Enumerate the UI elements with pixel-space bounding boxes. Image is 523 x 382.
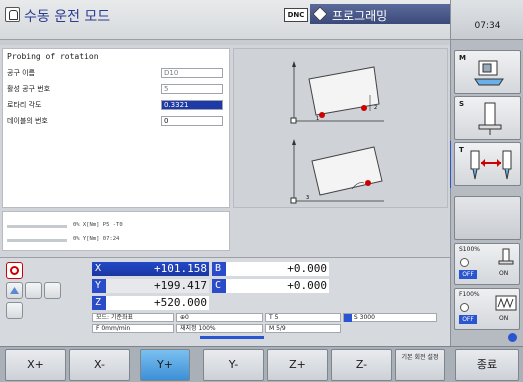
spindle-icon-small: [344, 314, 352, 322]
m-function-info: M 5/9: [265, 324, 341, 333]
expand-arrow-icon[interactable]: [508, 333, 517, 342]
softkey-y-plus[interactable]: Y+: [140, 349, 190, 381]
softkey-x-plus[interactable]: X+: [5, 349, 66, 381]
mode-title: 수동 운전 모드: [24, 9, 111, 25]
feed-on-button[interactable]: ON: [499, 315, 508, 322]
axis-z-value: +520.000: [154, 296, 207, 309]
spindle-override-panel[interactable]: S100% OFF ON: [454, 243, 520, 285]
programming-icon: [312, 6, 328, 22]
load-bar-y: [7, 239, 67, 242]
softkey-t-function[interactable]: T: [454, 142, 521, 186]
table-number-field[interactable]: 0: [161, 116, 223, 126]
spindle-tool-icon: [498, 248, 514, 265]
status-line-1: 0% X[Nm] P5 -T0: [73, 222, 123, 228]
softkey-set-basic-rotation[interactable]: 기본 회전 설정: [395, 349, 445, 381]
spindle-info: S 3000: [343, 313, 437, 322]
softkey-m-label: M: [459, 54, 466, 62]
graphic-label-1: 1: [316, 116, 319, 122]
spindle-off-button[interactable]: OFF: [459, 270, 477, 279]
tool-change-icon: [470, 150, 512, 180]
datum-info: ⊕0: [176, 313, 263, 322]
rotation-probe-diagram: 2 1 3: [290, 61, 384, 204]
axis-y-name: Y: [95, 280, 102, 291]
blank-button-2[interactable]: [44, 282, 61, 299]
axis-b-value: +0.000: [287, 262, 327, 275]
spindle-knob-icon: [460, 258, 469, 267]
active-tool-number-label: 활성 공구 번호: [7, 85, 51, 93]
softkey-s-function[interactable]: S: [454, 96, 521, 140]
feed-info: F 0mm/min: [92, 324, 174, 333]
form-title: Probing of rotation: [7, 52, 99, 61]
header-bar: 수동 운전 모드 DNC 프로그래밍: [0, 0, 450, 40]
softkey-x-minus[interactable]: X-: [69, 349, 130, 381]
feed-knob-icon: [460, 303, 469, 312]
spindle-value: S 3000: [353, 314, 375, 321]
probe-form: Probing of rotation 공구 이름 D10 활성 공구 번호 5…: [2, 48, 230, 208]
softkey-t-label: T: [459, 146, 464, 154]
stop-icon[interactable]: [6, 262, 23, 279]
bottom-softkey-bar: X+ X- Y+ Y- Z+ Z- 기본 회전 설정 종료: [0, 346, 523, 382]
rapid-override-info: 재지정 100%: [176, 324, 263, 333]
tool-name-label: 공구 이름: [7, 69, 35, 77]
spindle-on-button[interactable]: ON: [499, 270, 508, 277]
axis-b-name: B: [215, 263, 222, 274]
m-function-icon: [474, 60, 504, 86]
main-panel: Probing of rotation 공구 이름 D10 활성 공구 번호 5…: [0, 45, 450, 257]
axis-x-row: X +101.158: [92, 262, 209, 276]
softkey-s-label: S: [459, 100, 465, 108]
softkey-end[interactable]: 종료: [455, 349, 519, 381]
axis-c-name: C: [215, 280, 222, 291]
feed-bar: [200, 336, 264, 339]
axis-c-value: +0.000: [287, 279, 327, 292]
rotary-angle-field[interactable]: 0.3321: [161, 100, 223, 110]
active-tool-number-field[interactable]: 5: [161, 84, 223, 94]
load-bar-x: [7, 225, 67, 228]
status-line-2: 0% Y[Nm] 07:24: [73, 236, 120, 242]
axis-x-value: +101.158: [154, 262, 207, 275]
axis-z-row: Z +520.000: [92, 296, 209, 310]
probe-graphics: 2 1 3: [233, 48, 448, 208]
axis-b-row: B +0.000: [212, 262, 329, 276]
rotary-angle-label: 로타리 각도: [7, 101, 42, 109]
axis-y-row: Y +199.417: [92, 279, 209, 293]
dnc-badge: DNC: [284, 8, 308, 22]
softkey-z-minus[interactable]: Z-: [331, 349, 392, 381]
feed-wave-icon: [495, 295, 517, 311]
table-number-label: 데이블의 번호: [7, 117, 48, 125]
position-display: X +101.158 B +0.000 Y +199.417 C +0.000 …: [0, 257, 450, 346]
graphic-label-2: 2: [374, 105, 377, 111]
spindle-override-label: S100%: [459, 246, 480, 253]
tool-info: T 5: [265, 313, 341, 322]
feed-override-panel[interactable]: F100% OFF ON: [454, 288, 520, 330]
softkey-y-minus[interactable]: Y-: [203, 349, 264, 381]
feed-off-button[interactable]: OFF: [459, 315, 477, 324]
datum-value: 0: [185, 314, 189, 321]
programming-mode-tab[interactable]: 프로그래밍: [310, 4, 450, 24]
axis-z-name: Z: [95, 297, 102, 308]
axis-y-value: +199.417: [154, 279, 207, 292]
blank-button-1[interactable]: [25, 282, 42, 299]
hand-mode-icon: [5, 7, 20, 22]
basic-coord-mode: 모드: 기준좌표: [92, 313, 174, 322]
spindle-icon: [478, 102, 502, 135]
clock: 07:34: [451, 0, 523, 40]
blank-button-3[interactable]: [6, 302, 23, 319]
tool-name-field[interactable]: D10: [161, 68, 223, 78]
axis-x-name: X: [95, 263, 102, 274]
axis-c-row: C +0.000: [212, 279, 329, 293]
softkey-z-plus[interactable]: Z+: [267, 349, 328, 381]
softkey-m-function[interactable]: M: [454, 50, 521, 94]
programming-label: 프로그래밍: [332, 9, 388, 23]
feed-override-label: F100%: [459, 291, 480, 298]
graphic-label-3: 3: [306, 195, 309, 201]
status-area: 0% X[Nm] P5 -T0 0% Y[Nm] 07:24: [2, 211, 230, 251]
softkey-empty[interactable]: [454, 196, 521, 240]
cursor-icon[interactable]: [6, 282, 23, 299]
